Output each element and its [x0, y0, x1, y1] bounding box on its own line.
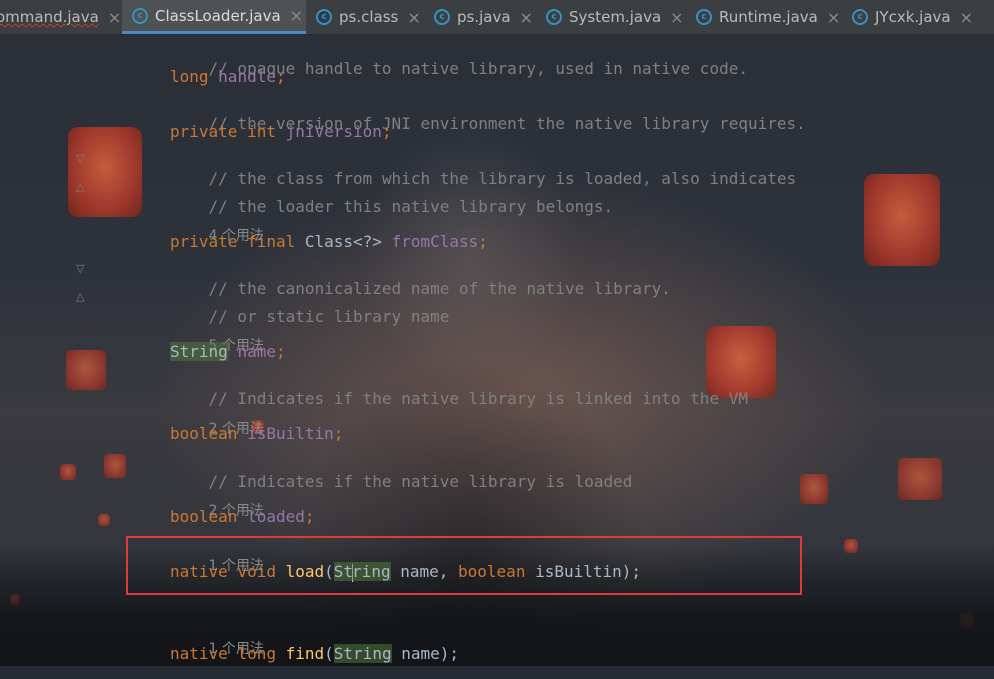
- sky-lantern: [104, 454, 126, 478]
- tab-classloader-java[interactable]: c ClassLoader.java ×: [122, 0, 306, 34]
- code-line: boolean loaded;: [170, 507, 315, 526]
- close-icon[interactable]: ×: [407, 8, 420, 27]
- sky-lantern: [800, 474, 828, 504]
- editor-tab-bar: ommand.java × c ClassLoader.java × c ps.…: [0, 0, 994, 35]
- close-icon[interactable]: ×: [290, 6, 303, 25]
- sky-lantern: [66, 350, 106, 390]
- sky-lantern: [864, 174, 940, 266]
- class-icon: c: [546, 9, 562, 25]
- tab-label: System.java: [569, 8, 662, 26]
- tab-jycxk-java[interactable]: c JYcxk.java ×: [852, 0, 994, 34]
- close-icon[interactable]: ×: [827, 8, 840, 27]
- highlight-box: [126, 536, 802, 595]
- tab-system-java[interactable]: c System.java ×: [546, 0, 704, 34]
- sky-lantern: [98, 514, 110, 526]
- class-icon: c: [852, 9, 868, 25]
- close-icon[interactable]: ×: [520, 8, 533, 27]
- sky-lantern: [898, 458, 942, 500]
- code-line: private final Class<?> fromClass;: [170, 232, 488, 251]
- class-icon: c: [696, 9, 712, 25]
- tab-command-java[interactable]: ommand.java ×: [0, 0, 121, 34]
- fold-icon[interactable]: ▽: [76, 262, 84, 275]
- tab-label: ps.java: [457, 8, 511, 26]
- class-icon: c: [434, 9, 450, 25]
- code-line: boolean isBuiltin;: [170, 424, 344, 443]
- tab-label: ClassLoader.java: [155, 6, 281, 25]
- tab-label: ps.class: [339, 8, 399, 26]
- tab-ps-class[interactable]: c ps.class ×: [316, 0, 426, 34]
- class-icon: c: [132, 7, 148, 24]
- class-icon: c: [316, 9, 332, 25]
- fold-icon[interactable]: △: [76, 290, 84, 303]
- tab-label: Runtime.java: [719, 8, 818, 26]
- code-line: native long find(String name);: [170, 644, 460, 663]
- close-icon[interactable]: ×: [108, 8, 121, 27]
- fold-icon[interactable]: ▽: [76, 152, 84, 165]
- tab-runtime-java[interactable]: c Runtime.java ×: [696, 0, 844, 34]
- close-icon[interactable]: ×: [670, 8, 683, 27]
- code-line: long handle;: [170, 67, 286, 86]
- tab-label: ommand.java: [0, 8, 99, 26]
- tab-label: JYcxk.java: [875, 8, 951, 26]
- close-icon[interactable]: ×: [960, 8, 973, 27]
- sky-lantern: [60, 464, 76, 480]
- code-line: private int jniVersion;: [170, 122, 392, 141]
- sky-lantern: [68, 127, 142, 217]
- tab-ps-java[interactable]: c ps.java ×: [434, 0, 534, 34]
- fold-icon[interactable]: △: [76, 180, 84, 193]
- code-line: String name;: [170, 342, 286, 361]
